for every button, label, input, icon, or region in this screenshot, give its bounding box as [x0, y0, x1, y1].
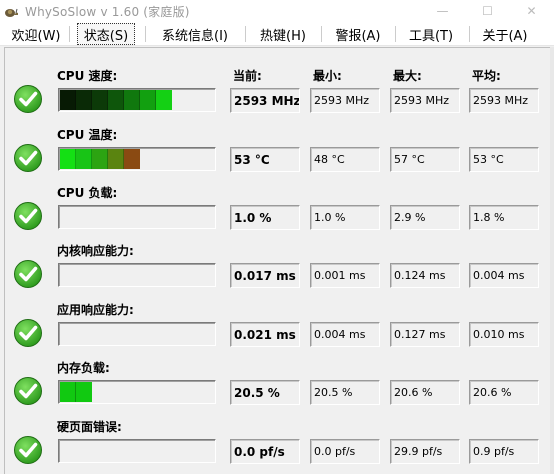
level-bar-segment — [124, 90, 140, 110]
menu-system-info[interactable]: 系统信息(I) — [152, 23, 238, 45]
menu-separator — [69, 26, 70, 42]
min-value: 2593 MHz — [310, 88, 380, 113]
metric-label: 应用响应能力: — [57, 303, 134, 317]
min-value: 0.004 ms — [310, 322, 380, 347]
level-bar-segment — [92, 90, 108, 110]
level-bar — [58, 88, 216, 112]
max-value: 20.6 % — [390, 380, 460, 405]
metric-row: 内核响应能力: 0.017 ms 0.001 ms 0.124 ms 0.004 ms — [5, 237, 551, 295]
metric-label: CPU 温度: — [57, 128, 118, 142]
current-value: 0.017 ms — [230, 263, 300, 288]
snail-icon — [5, 8, 18, 17]
avg-value: 20.6 % — [469, 380, 539, 405]
window-edge — [550, 47, 554, 474]
status-ok-check-icon — [14, 377, 42, 405]
level-bar-segment — [60, 149, 76, 169]
min-value: 0.001 ms — [310, 263, 380, 288]
current-value: 20.5 % — [230, 380, 300, 405]
level-bar — [58, 439, 216, 463]
status-panel: 当前: 最小: 最大: 平均: CPU 速度: 2593 MHz 2593 MHz 2… — [4, 47, 550, 474]
metric-row: 内存负载: 20.5 % 20.5 % 20.6 % 20.6 % — [5, 354, 551, 412]
menu-welcome[interactable]: 欢迎(W) — [6, 23, 66, 45]
status-ok-check-icon — [14, 436, 42, 464]
minimize-button[interactable]: — — [420, 0, 465, 22]
level-bar — [58, 263, 216, 287]
metric-label: 内存负载: — [57, 361, 110, 375]
min-value: 0.0 pf/s — [310, 439, 380, 464]
level-bar-segment — [76, 382, 92, 402]
menu-status[interactable]: 状态(S) — [77, 23, 135, 45]
menu-separator — [245, 26, 246, 42]
menu-separator — [145, 26, 146, 42]
metric-label: 硬页面错误: — [57, 420, 122, 434]
level-bar-segment — [156, 90, 172, 110]
level-bar-segment — [60, 90, 76, 110]
menu-separator — [469, 26, 470, 42]
min-value: 48 °C — [310, 147, 380, 172]
menu-hotkeys[interactable]: 热键(H) — [253, 23, 313, 45]
min-value: 20.5 % — [310, 380, 380, 405]
level-bar-segment — [108, 90, 124, 110]
max-value: 57 °C — [390, 147, 460, 172]
max-value: 0.127 ms — [390, 322, 460, 347]
current-value: 0.021 ms — [230, 322, 300, 347]
level-bar — [58, 147, 216, 171]
close-button[interactable]: ✕ — [509, 0, 554, 22]
current-value: 0.0 pf/s — [230, 439, 300, 464]
current-value: 2593 MHz — [230, 88, 300, 113]
metric-label: 内核响应能力: — [57, 244, 134, 258]
metric-label: CPU 负载: — [57, 186, 118, 200]
metric-row: 硬页面错误: 0.0 pf/s 0.0 pf/s 29.9 pf/s 0.9 pf/s — [5, 413, 551, 471]
max-value: 2.9 % — [390, 205, 460, 230]
metric-row: CPU 速度: 2593 MHz 2593 MHz 2593 MHz 2593 MHz — [5, 62, 551, 120]
window-title: WhySoSlow v 1.60 (家庭版) — [25, 4, 190, 19]
avg-value: 0.010 ms — [469, 322, 539, 347]
status-ok-check-icon — [14, 144, 42, 172]
avg-value: 53 °C — [469, 147, 539, 172]
level-bar-segment — [124, 149, 140, 169]
level-bar-segment — [60, 382, 76, 402]
current-value: 53 °C — [230, 147, 300, 172]
metric-row: CPU 负载: 1.0 % 1.0 % 2.9 % 1.8 % — [5, 179, 551, 237]
level-bar-segment — [76, 90, 92, 110]
max-value: 2593 MHz — [390, 88, 460, 113]
maximize-button[interactable]: ☐ — [465, 0, 510, 22]
metric-row: 应用响应能力: 0.021 ms 0.004 ms 0.127 ms 0.010 ms — [5, 296, 551, 354]
status-ok-check-icon — [14, 202, 42, 230]
level-bar-segment — [140, 90, 156, 110]
max-value: 29.9 pf/s — [390, 439, 460, 464]
max-value: 0.124 ms — [390, 263, 460, 288]
status-ok-check-icon — [14, 85, 42, 113]
level-bar-segment — [76, 149, 92, 169]
status-ok-check-icon — [14, 260, 42, 288]
level-bar-segment — [92, 149, 108, 169]
menu-about[interactable]: 关于(A) — [475, 23, 535, 45]
metric-row: CPU 温度: 53 °C 48 °C 57 °C 53 °C — [5, 121, 551, 179]
current-value: 1.0 % — [230, 205, 300, 230]
metric-label: CPU 速度: — [57, 69, 118, 83]
level-bar — [58, 205, 216, 229]
menu-tools[interactable]: 工具(T) — [401, 23, 461, 45]
level-bar — [58, 380, 216, 404]
menu-bar: 欢迎(W) 状态(S) 系统信息(I) 热键(H) 警报(A) 工具(T) 关于… — [0, 22, 554, 46]
menu-alerts[interactable]: 警报(A) — [328, 23, 388, 45]
avg-value: 0.9 pf/s — [469, 439, 539, 464]
status-ok-check-icon — [14, 319, 42, 347]
title-bar: WhySoSlow v 1.60 (家庭版) — ☐ ✕ — [0, 0, 554, 22]
level-bar — [58, 322, 216, 346]
avg-value: 1.8 % — [469, 205, 539, 230]
menu-separator — [395, 26, 396, 42]
min-value: 1.0 % — [310, 205, 380, 230]
menu-separator — [321, 26, 322, 42]
avg-value: 0.004 ms — [469, 263, 539, 288]
avg-value: 2593 MHz — [469, 88, 539, 113]
level-bar-segment — [108, 149, 124, 169]
